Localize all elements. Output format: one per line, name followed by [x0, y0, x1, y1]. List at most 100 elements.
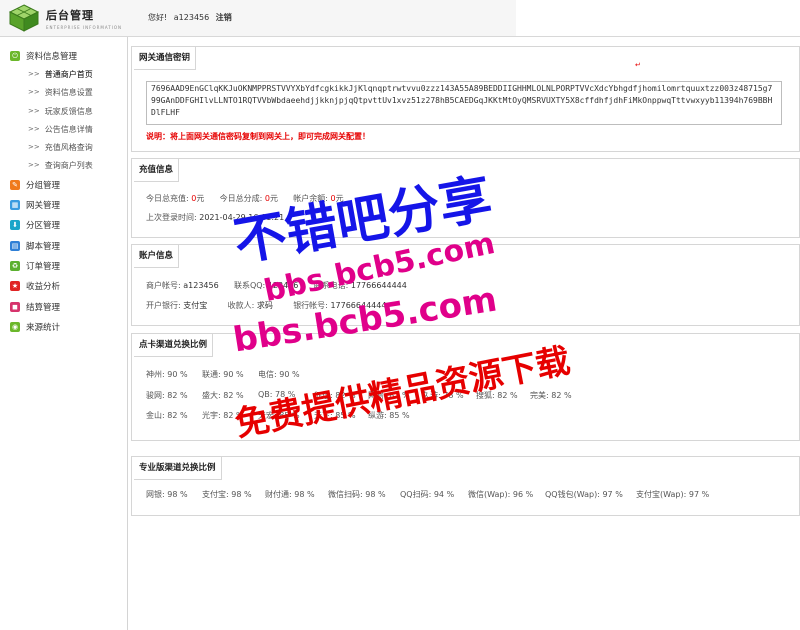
recharge-summary: 今日总充值: 0元 今日总分成: 0元 帐户余额: 0元	[146, 193, 344, 204]
sidebar-item-orders[interactable]: ♻ 订单管理	[10, 259, 60, 273]
rate-value: 90 %	[279, 370, 300, 379]
sidebar-sub-home[interactable]: >> 普通商户首页	[28, 68, 93, 80]
brand-subtitle: ENTERPRISE INFORMATION	[46, 25, 123, 30]
pencil-icon: ✎	[10, 180, 20, 190]
last-login-value: 2021-04-29 16:01:21	[199, 213, 285, 222]
sidebar-item-label: 结算管理	[26, 303, 61, 313]
rate-item: 盛大: 82 %	[202, 390, 244, 401]
power-icon: ⏻	[10, 51, 20, 61]
rate-value: 82 %	[389, 391, 410, 400]
last-login-row: 上次登录时间: 2021-04-29 16:01:21	[146, 212, 284, 223]
rate-name: 微信扫码:	[328, 490, 363, 499]
recycle-icon: ♻	[10, 261, 20, 271]
bank-value: 支付宝	[183, 301, 208, 310]
arrow-icon: >>	[28, 161, 40, 169]
today-recharge-label: 今日总充值:	[146, 194, 189, 203]
rate-value: 82 %	[223, 411, 244, 420]
arrow-icon: >>	[28, 143, 40, 151]
sidebar-item-groups[interactable]: ✎ 分组管理	[10, 178, 60, 192]
rate-item: 纵游: 85 %	[368, 410, 410, 421]
rate-name: 支付宝:	[202, 490, 229, 499]
sidebar-item-profile[interactable]: ⏻ 资料信息管理	[10, 49, 77, 63]
brand-title: 后台管理	[46, 9, 94, 22]
sidebar-sub-label: 查询商户列表	[44, 160, 93, 170]
rate-value: 78 %	[443, 391, 464, 400]
rate-value: 82 %	[167, 411, 188, 420]
sidebar-item-revenue[interactable]: ★ 收益分析	[10, 279, 60, 293]
sidebar-sub-feedback[interactable]: >> 玩家反馈信息	[28, 105, 93, 117]
sidebar-sub-style[interactable]: >> 充值风格查询	[28, 141, 93, 153]
rate-item: 征途: 82 %	[314, 390, 356, 401]
rate-name: 神州:	[146, 370, 165, 379]
rate-item: 网易: 82 %	[368, 390, 410, 401]
today-share-label: 今日总分成:	[219, 194, 263, 203]
sidebar-item-label: 脚本管理	[26, 242, 61, 252]
arrow-icon: >>	[28, 125, 40, 133]
sidebar-item-scripts[interactable]: ▤ 脚本管理	[10, 239, 60, 253]
sidebar-item-zones[interactable]: ⬇ 分区管理	[10, 218, 60, 232]
rate-value: 96 %	[512, 490, 534, 499]
merchant-label: 商户帐号:	[146, 281, 181, 290]
sidebar-item-gateway[interactable]: ▦ 网关管理	[10, 198, 60, 212]
rate-item: QQ扫码: 94 %	[400, 489, 454, 500]
rate-value: 85 %	[279, 411, 300, 420]
rate-value: 82 %	[223, 391, 244, 400]
rate-item: 神州: 90 %	[146, 369, 188, 380]
rate-item: 支付宝(Wap): 97 %	[636, 489, 709, 500]
gateway-panel-title: 网关通信密钥	[134, 47, 197, 70]
gateway-key-textarea[interactable]: 7696AAD9EnGClqKKJuOKNMPPRSTVVYXbYdfcgkik…	[146, 81, 782, 125]
rate-name: 完美:	[530, 391, 549, 400]
rate-item: 光宇: 82 %	[202, 410, 244, 421]
rate-value: 78 %	[275, 390, 296, 399]
header-band	[516, 0, 800, 36]
rate-value: 90 %	[223, 370, 244, 379]
marker-icon: ↵	[635, 61, 641, 69]
sidebar-sub-merchants[interactable]: >> 查询商户列表	[28, 159, 93, 171]
rate-value: 82 %	[497, 391, 518, 400]
phone-value: 17766644444	[350, 281, 407, 290]
rate-name: QQ扫码:	[400, 490, 432, 499]
rate-value: 98 %	[231, 490, 252, 499]
qq-value: 123456	[267, 281, 299, 290]
rate-name: 天下:	[314, 411, 333, 420]
sidebar-sub-notice[interactable]: >> 公告信息详情	[28, 123, 93, 135]
sidebar-sub-settings[interactable]: >> 资料信息设置	[28, 86, 93, 98]
rate-name: 盛大:	[202, 391, 221, 400]
payee-value: 求码	[256, 301, 273, 310]
cube-logo-icon	[8, 4, 40, 32]
rate-value: 94 %	[433, 490, 455, 499]
bank-account-label: 银行帐号:	[293, 301, 328, 310]
account-row-2: 开户银行: 支付宝 收款人: 求码 银行帐号: 17766644444	[146, 300, 386, 311]
rate-item: 联通: 90 %	[202, 369, 244, 380]
arrow-icon: >>	[28, 70, 40, 78]
rate-value: 82 %	[335, 391, 356, 400]
rate-value: 98 %	[365, 490, 386, 499]
rate-value: 97 %	[602, 490, 623, 499]
bank-rates-panel-title: 专业版渠道兑换比例	[134, 457, 222, 480]
sidebar: ⏻ 资料信息管理 >> 普通商户首页 >> 资料信息设置 >> 玩家反馈信息 >> 公告…	[0, 37, 128, 630]
account-panel-title: 账户信息	[134, 245, 180, 268]
sidebar-sub-label: 普通商户首页	[44, 69, 93, 79]
sidebar-item-source[interactable]: ◉ 来源统计	[10, 320, 60, 334]
payee-label: 收款人:	[227, 301, 255, 310]
rate-name: 光宇:	[202, 411, 221, 420]
sidebar-sub-label: 公告信息详情	[44, 124, 93, 134]
rate-item: QQ钱包(Wap): 97 %	[545, 489, 623, 500]
unit: 元	[335, 194, 344, 203]
logout-link[interactable]: 注销	[216, 13, 232, 22]
sidebar-sub-label: 充值风格查询	[44, 142, 93, 152]
card-rates-panel: 点卡渠道兑换比例 神州: 90 % 联通: 90 % 电信: 90 % 骏网: …	[131, 333, 800, 441]
rate-item: 久游: 78 %	[422, 390, 464, 401]
rate-name: 联通:	[202, 370, 221, 379]
rate-item: 支付宝: 98 %	[202, 489, 252, 500]
rate-name: 网银:	[146, 490, 165, 499]
unit: 元	[269, 194, 278, 203]
sidebar-sub-label: 玩家反馈信息	[44, 106, 93, 116]
last-login-label: 上次登录时间:	[146, 213, 197, 222]
sidebar-item-settlement[interactable]: ◼ 结算管理	[10, 300, 60, 314]
sidebar-item-label: 分区管理	[26, 221, 61, 231]
card-rates-panel-title: 点卡渠道兑换比例	[134, 334, 214, 357]
recharge-panel-title: 充值信息	[134, 159, 180, 182]
rate-value: 90 %	[167, 370, 188, 379]
phone-label: 联系电话:	[313, 281, 349, 290]
